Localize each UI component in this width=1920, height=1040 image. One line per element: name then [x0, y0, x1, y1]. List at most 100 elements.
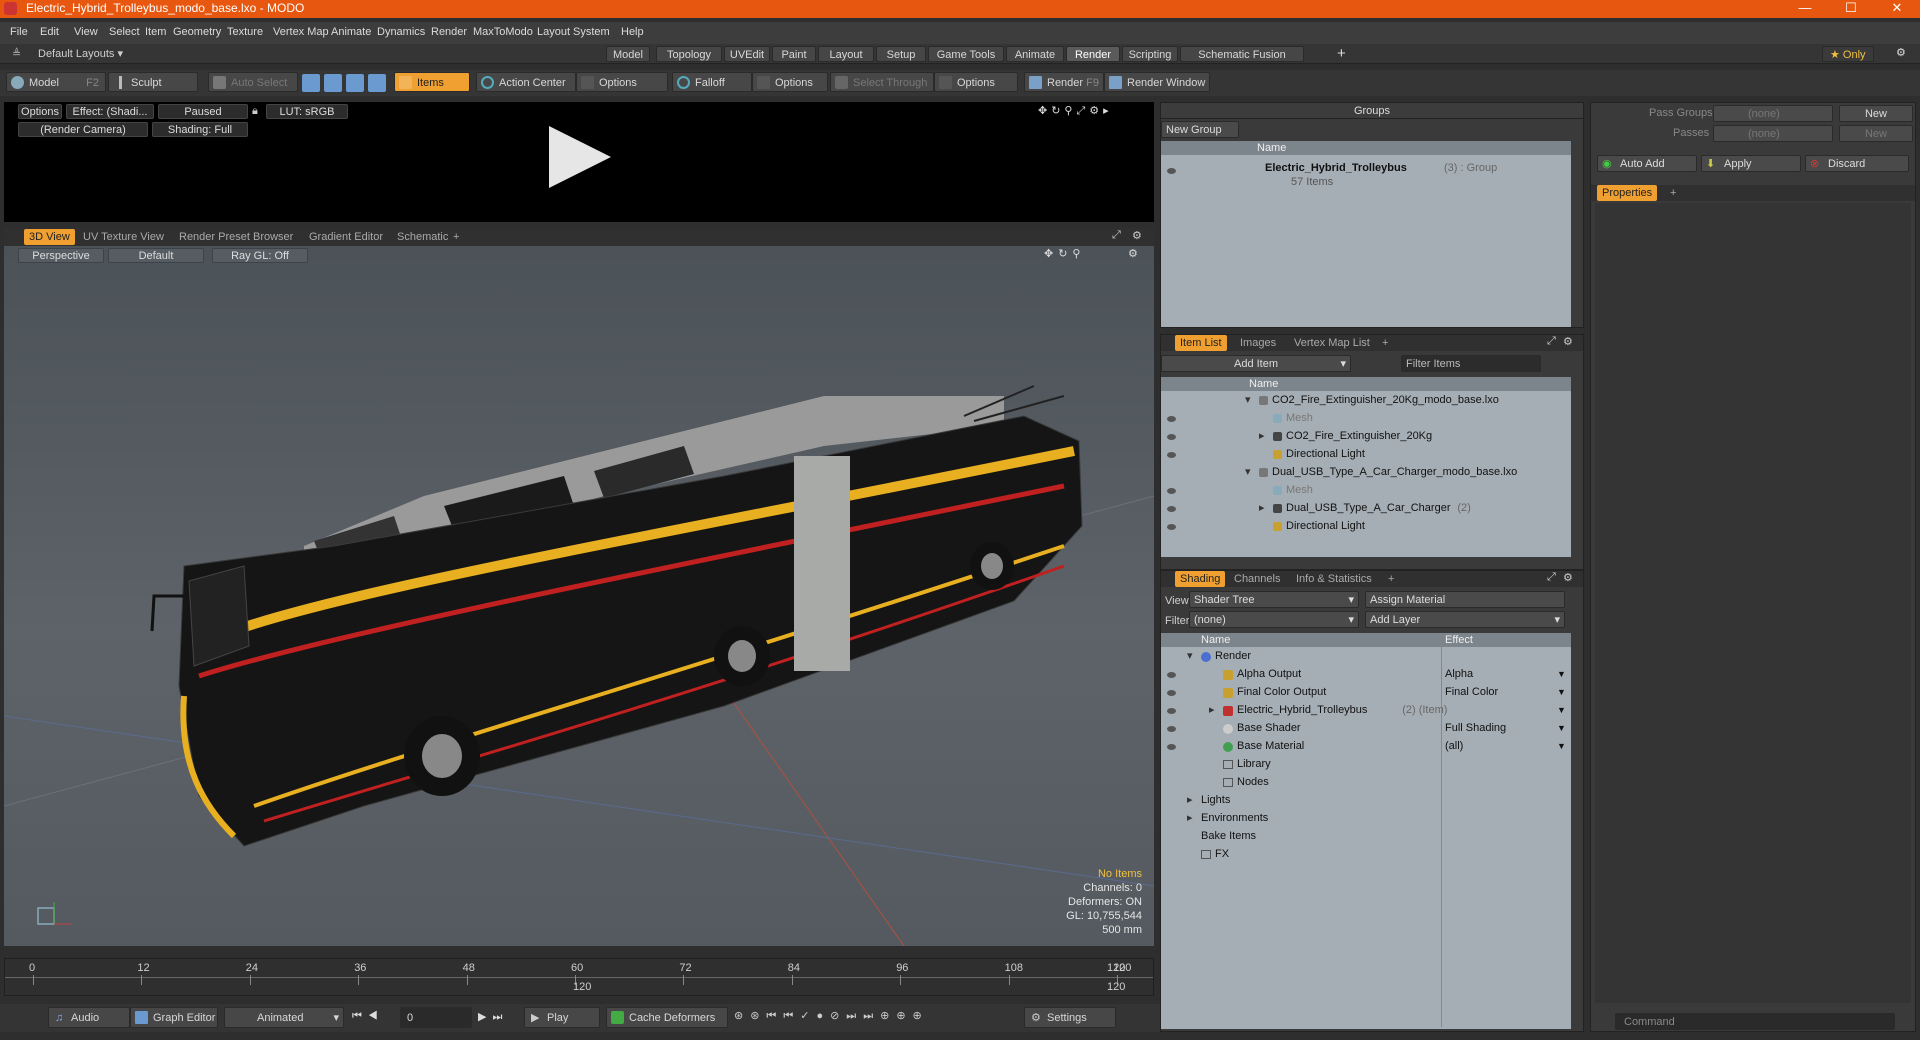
shader-tree-row[interactable]: Library	[1161, 757, 1571, 772]
tab-channels[interactable]: Channels	[1229, 571, 1285, 587]
render-button[interactable]: Render F9	[1024, 72, 1104, 92]
vertex-mode-icon[interactable]	[302, 74, 320, 92]
new-group-button[interactable]: New Group	[1161, 121, 1239, 138]
play-button[interactable]: ▶ Play	[524, 1007, 600, 1028]
layout-tab-game-tools[interactable]: Game Tools	[928, 46, 1004, 62]
item-list-row[interactable]: ▾ CO2_Fire_Extinguisher_20Kg_modo_base.lx…	[1161, 393, 1571, 408]
shader-effect[interactable]: Full Shading	[1445, 721, 1506, 736]
play-icon[interactable]	[549, 126, 611, 188]
layout-tab-animate[interactable]: Animate	[1006, 46, 1064, 62]
step-forward-icons[interactable]: ▶⏭	[478, 1010, 508, 1024]
visibility-eye-icon[interactable]	[1167, 434, 1176, 440]
tab-item-list[interactable]: Item List	[1175, 335, 1227, 351]
model-mode-button[interactable]: Model F2	[6, 72, 106, 92]
tab-vertex-map-list[interactable]: Vertex Map List	[1289, 335, 1375, 351]
shader-tree-row[interactable]: Nodes	[1161, 775, 1571, 790]
add-item-button[interactable]: Add Item ▾	[1161, 355, 1351, 372]
visibility-eye-icon[interactable]	[1167, 726, 1176, 732]
close-button[interactable]: ✕	[1874, 0, 1920, 18]
layout-tab-setup[interactable]: Setup	[876, 46, 926, 62]
expand-arrow-icon[interactable]: ▸	[1209, 703, 1215, 718]
visibility-eye-icon[interactable]	[1167, 690, 1176, 696]
item-list-row[interactable]: Directional Light	[1161, 519, 1571, 534]
auto-add-button[interactable]: ◉ Auto Add	[1597, 155, 1697, 172]
layout-tab-schematic-fusion[interactable]: Schematic Fusion	[1180, 46, 1304, 62]
tab-properties[interactable]: Properties	[1597, 185, 1658, 201]
selection-mode-icons[interactable]	[300, 74, 390, 92]
visibility-eye-icon[interactable]	[1167, 452, 1176, 458]
discard-button[interactable]: ⊗ Discard	[1805, 155, 1909, 172]
layout-tab-paint[interactable]: Paint	[772, 46, 816, 62]
menu-animate[interactable]: Animate	[331, 26, 371, 38]
item-list-row[interactable]: Mesh	[1161, 411, 1571, 426]
group-row[interactable]: Electric_Hybrid_Trolleybus (3) : Group 5…	[1161, 162, 1571, 188]
sculpt-button[interactable]: Sculpt	[108, 72, 198, 92]
gear-icon[interactable]: ⚙	[1563, 571, 1573, 584]
layout-collapse-icon[interactable]: ≜	[12, 47, 21, 60]
action-center-button[interactable]: Action Center	[476, 72, 576, 92]
shader-tree-row[interactable]: Alpha Output Alpha ▼	[1161, 667, 1571, 682]
tab-schematic[interactable]: Schematic	[392, 229, 453, 245]
assign-material-button[interactable]: Assign Material	[1365, 591, 1565, 608]
new-pass-group-button[interactable]: New	[1839, 105, 1913, 122]
menu-texture[interactable]: Texture	[227, 26, 263, 38]
item-list-row[interactable]: Mesh	[1161, 483, 1571, 498]
shader-tree-row[interactable]: ▸ Environments	[1161, 811, 1571, 826]
chevron-down-icon[interactable]: ▼	[1557, 739, 1566, 754]
gear-icon[interactable]: ⚙	[1563, 335, 1573, 348]
lut-selector[interactable]: LUT: sRGB	[266, 104, 348, 119]
apply-button[interactable]: ⬇ Apply	[1701, 155, 1801, 172]
edge-mode-icon[interactable]	[324, 74, 342, 92]
layout-tab-uvedit[interactable]: UVEdit	[724, 46, 770, 62]
item-list-row[interactable]: ▾ Dual_USB_Type_A_Car_Charger_modo_base.l…	[1161, 465, 1571, 480]
menu-file[interactable]: File	[10, 26, 28, 38]
tab-render-preset-browser[interactable]: Render Preset Browser	[174, 229, 298, 245]
shader-tree-row[interactable]: ▸ Electric_Hybrid_Trolleybus (2) (Item) ▼	[1161, 703, 1571, 718]
visibility-eye-icon[interactable]	[1167, 416, 1176, 422]
visibility-eye-icon[interactable]	[1167, 168, 1176, 174]
filter-selector[interactable]: (none) ▾	[1189, 611, 1359, 628]
add-tab-icon[interactable]: +	[1383, 571, 1399, 587]
shader-effect[interactable]: Final Color	[1445, 685, 1498, 700]
menu-item[interactable]: Item	[145, 26, 166, 38]
items-mode-button[interactable]: Items	[394, 72, 470, 92]
filter-items-input[interactable]: Filter Items	[1401, 355, 1541, 372]
menu-dynamics[interactable]: Dynamics	[377, 26, 425, 38]
select-options-button[interactable]: Options	[934, 72, 1018, 92]
item-list-row[interactable]: ▸ CO2_Fire_Extinguisher_20Kg	[1161, 429, 1571, 444]
visibility-eye-icon[interactable]	[1167, 506, 1176, 512]
settings-button[interactable]: ⚙ Settings	[1024, 1007, 1116, 1028]
frame-field[interactable]: 0	[400, 1007, 472, 1028]
chevron-down-icon[interactable]: ▼	[1557, 703, 1566, 718]
tab-images[interactable]: Images	[1235, 335, 1281, 351]
effect-selector[interactable]: Effect: (Shadi...	[66, 104, 154, 119]
menu-select[interactable]: Select	[109, 26, 140, 38]
expand-icon[interactable]: ⤢	[1112, 229, 1121, 242]
layout-selector[interactable]: Default Layouts ▾	[38, 47, 123, 60]
pass-groups-selector[interactable]: (none)	[1713, 105, 1833, 122]
shader-tree-row[interactable]: Base Shader Full Shading ▼	[1161, 721, 1571, 736]
expand-icon[interactable]: ⤢	[1547, 335, 1556, 348]
menu-help[interactable]: Help	[621, 26, 644, 38]
item-list-row[interactable]: ▸ Dual_USB_Type_A_Car_Charger (2)	[1161, 501, 1571, 516]
preview-view-icons[interactable]: ✥↻⚲⤢⚙▸	[1038, 104, 1113, 118]
layout-tab-render[interactable]: Render	[1066, 46, 1120, 62]
lock-icon[interactable]: 🔒︎	[252, 105, 258, 118]
menu-maxtomodo[interactable]: MaxToModo	[473, 26, 533, 38]
add-tab-icon[interactable]: +	[1665, 185, 1681, 201]
layout-tab-model[interactable]: Model	[606, 46, 650, 62]
expand-icon[interactable]: ⤢	[1547, 571, 1556, 584]
item-list-row[interactable]: Directional Light	[1161, 447, 1571, 462]
gear-icon[interactable]: ⚙	[1896, 46, 1906, 59]
expand-arrow-icon[interactable]: ▾	[1245, 393, 1251, 408]
preview-options-button[interactable]: Options	[18, 104, 62, 119]
camera-selector[interactable]: (Render Camera)	[18, 122, 148, 137]
tab-shading[interactable]: Shading	[1175, 571, 1226, 587]
audio-button[interactable]: ♫ Audio	[48, 1007, 130, 1028]
auto-select-button[interactable]: Auto Select	[208, 72, 298, 92]
graph-editor-button[interactable]: Graph Editor	[130, 1007, 218, 1028]
shading-selector[interactable]: Shading: Full	[152, 122, 248, 137]
animated-selector[interactable]: Animated ▾	[224, 1007, 344, 1028]
render-window-button[interactable]: Render Window	[1104, 72, 1210, 92]
chevron-down-icon[interactable]: ▼	[1557, 685, 1566, 700]
